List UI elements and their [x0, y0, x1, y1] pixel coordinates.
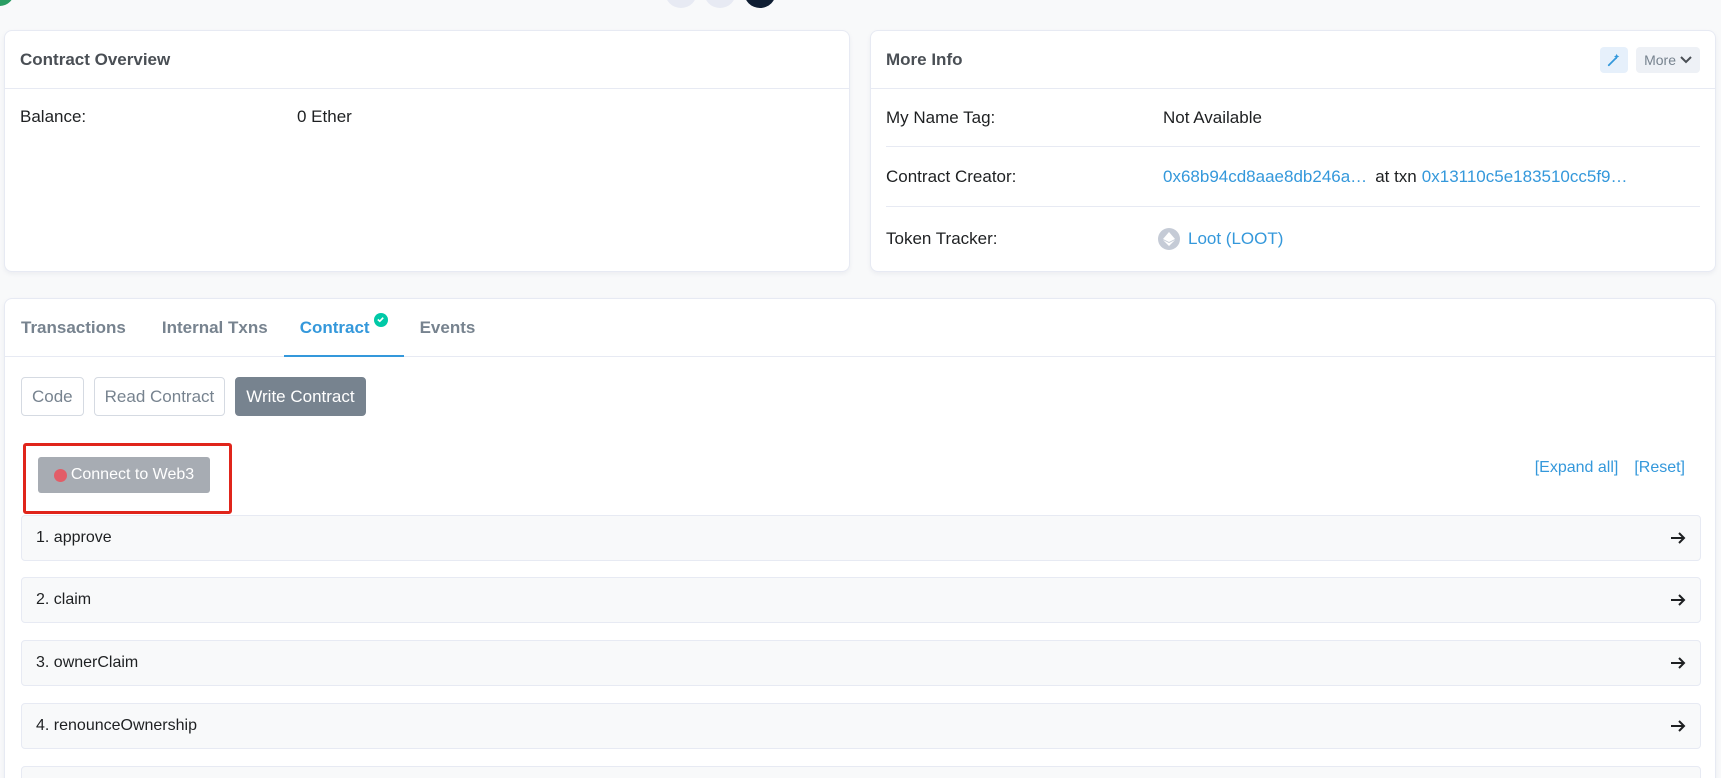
- circle-button-icon[interactable]: [665, 0, 697, 8]
- more-label: More: [1644, 51, 1676, 68]
- logo-icon: [0, 0, 14, 6]
- balance-row: Balance: 0 Ether: [20, 107, 352, 127]
- balance-label: Balance:: [20, 107, 87, 126]
- contract-overview-card: Contract Overview Balance: 0 Ether: [4, 30, 850, 272]
- verified-check-icon: [373, 312, 388, 327]
- expand-links: [Expand all] [Reset]: [1535, 459, 1685, 477]
- function-row-partial[interactable]: [21, 766, 1701, 778]
- at-txn-label: at txn: [1375, 166, 1417, 186]
- arrow-right-icon: [1670, 656, 1686, 670]
- ethereum-icon: [1158, 228, 1180, 250]
- function-label: 1. approve: [36, 529, 112, 546]
- function-row-claim[interactable]: 2. claim: [21, 577, 1701, 623]
- creator-address-link[interactable]: 0x68b94cd8aae8db246a…: [1163, 167, 1367, 187]
- write-contract-button[interactable]: Write Contract: [235, 377, 366, 416]
- function-row-approve[interactable]: 1. approve: [21, 515, 1701, 561]
- tab-contract-label: Contract: [299, 317, 370, 337]
- code-button[interactable]: Code: [21, 377, 84, 416]
- read-contract-button[interactable]: Read Contract: [93, 377, 226, 416]
- token-tracker-value: Loot (LOOT): [1158, 228, 1283, 250]
- tab-contract[interactable]: Contract: [283, 299, 404, 357]
- arrow-right-icon: [1670, 531, 1686, 545]
- function-label: 4. renounceOwnership: [36, 717, 197, 734]
- more-info-card: More Info More My Name Tag: Not Availabl…: [870, 30, 1716, 272]
- creator-txn-link[interactable]: 0x13110c5e183510cc5f9…: [1422, 167, 1628, 187]
- tab-bar: Transactions Internal Txns Contract Even…: [5, 299, 1715, 357]
- function-label: 2. claim: [36, 591, 92, 608]
- connect-web3-button[interactable]: Connect to Web3: [38, 457, 210, 493]
- header-tools: More: [1600, 46, 1700, 73]
- expand-all-link[interactable]: [Expand all]: [1535, 459, 1619, 477]
- creator-label: Contract Creator:: [886, 166, 1017, 186]
- status-dot-icon: [53, 468, 67, 482]
- name-tag-label: My Name Tag:: [886, 107, 996, 127]
- tab-internal-txns[interactable]: Internal Txns: [146, 299, 284, 356]
- magic-wand-icon[interactable]: [1600, 46, 1629, 73]
- circle-button-icon[interactable]: [704, 0, 736, 8]
- contract-tabs-card: Transactions Internal Txns Contract Even…: [4, 298, 1716, 778]
- name-tag-row: My Name Tag: Not Available: [886, 89, 1700, 147]
- card-title: Contract Overview: [5, 31, 849, 89]
- more-dropdown-button[interactable]: More: [1636, 46, 1700, 73]
- tab-transactions[interactable]: Transactions: [5, 299, 146, 356]
- profile-icon[interactable]: [744, 0, 776, 8]
- arrow-right-icon: [1670, 719, 1686, 733]
- creator-value: 0x68b94cd8aae8db246a… at txn 0x13110c5e1…: [1163, 167, 1628, 187]
- tab-events[interactable]: Events: [404, 299, 492, 356]
- function-label: 3. ownerClaim: [36, 654, 139, 671]
- card-header: More Info More: [871, 31, 1715, 89]
- token-tracker-row: Token Tracker: Loot (LOOT): [886, 207, 1700, 271]
- arrow-right-icon: [1670, 593, 1686, 607]
- function-row-renounceownership[interactable]: 4. renounceOwnership: [21, 703, 1701, 749]
- top-strip: [0, 0, 1721, 10]
- name-tag-value: Not Available: [1163, 107, 1262, 127]
- card-title: More Info: [886, 49, 963, 69]
- balance-value: 0 Ether: [297, 107, 352, 126]
- reset-link[interactable]: [Reset]: [1634, 459, 1685, 477]
- token-tracker-link[interactable]: Loot (LOOT): [1188, 229, 1283, 249]
- chevron-down-icon: [1680, 55, 1692, 63]
- connect-web3-label: Connect to Web3: [70, 466, 195, 483]
- contract-sub-nav: Code Read Contract Write Contract: [21, 377, 366, 416]
- contract-creator-row: Contract Creator: 0x68b94cd8aae8db246a… …: [886, 147, 1700, 207]
- function-row-ownerclaim[interactable]: 3. ownerClaim: [21, 640, 1701, 686]
- token-tracker-label: Token Tracker:: [886, 229, 998, 248]
